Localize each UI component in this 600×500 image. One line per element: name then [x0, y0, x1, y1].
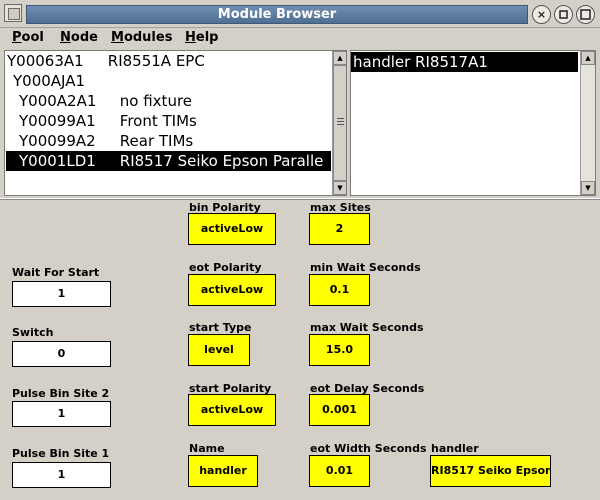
tree-row-desc: Front TIMs: [119, 112, 197, 130]
tree-row-code: Y000A2A1: [19, 92, 97, 110]
tree-scrollbar[interactable]: ▲ ▼: [332, 51, 346, 195]
start-polarity-field[interactable]: activeLow: [188, 394, 276, 426]
scroll-down-icon[interactable]: ▼: [333, 181, 346, 195]
tree-row-code: Y000AJA1: [13, 72, 86, 90]
panel-divider: [0, 198, 600, 200]
title-bar: Module Browser ×: [0, 0, 600, 28]
handler-field[interactable]: RI8517 Seiko Epson Parallel: [430, 455, 551, 487]
tree-row[interactable]: Y00099A2 Rear TIMs: [19, 131, 193, 151]
tree-row-desc: RI8551A EPC: [107, 52, 205, 70]
eot-polarity-label: eot Polarity: [189, 261, 262, 274]
min-wait-seconds-label: min Wait Seconds: [310, 261, 421, 274]
handler-label: handler: [431, 442, 479, 455]
max-sites-field[interactable]: 2: [309, 213, 370, 245]
min-wait-seconds-field[interactable]: 0.1: [309, 274, 370, 306]
wait-for-start-field[interactable]: 1: [12, 281, 111, 307]
max-wait-seconds-field[interactable]: 15.0: [309, 334, 370, 366]
module-tree[interactable]: Y00063A1 RI8551A EPC Y000AJA1 Y000A2A1 n…: [4, 50, 347, 196]
eot-width-seconds-label: eot Width Seconds: [310, 442, 427, 455]
menu-node[interactable]: Node: [60, 30, 98, 45]
scroll-down-icon[interactable]: ▼: [581, 181, 595, 195]
tree-row-desc: Rear TIMs: [119, 132, 194, 150]
pulse-bin-site-2-label: Pulse Bin Site 2: [12, 387, 110, 400]
scroll-thumb[interactable]: [333, 65, 346, 181]
bin-polarity-field[interactable]: activeLow: [188, 213, 276, 245]
tree-row-code: Y00099A1: [19, 112, 96, 130]
minimize-glyph-icon: [559, 10, 568, 19]
menu-bar: Pool Node Modules Help: [0, 28, 600, 48]
wait-for-start-label: Wait For Start: [12, 266, 100, 279]
pulse-bin-site-1-label: Pulse Bin Site 1: [12, 447, 110, 460]
scroll-up-icon[interactable]: ▲: [333, 51, 346, 65]
tree-row[interactable]: Y000AJA1: [13, 71, 109, 91]
close-icon[interactable]: ×: [532, 5, 551, 24]
eot-width-seconds-field[interactable]: 0.01: [309, 455, 370, 487]
tree-row-selected[interactable]: Y0001LD1 RI8517 Seiko Epson Paralle: [6, 151, 331, 171]
handler-field-value: RI8517 Seiko Epson Parallel: [431, 464, 551, 477]
tree-row[interactable]: Y000A2A1 no fixture: [19, 91, 192, 111]
pulse-bin-site-2-field[interactable]: 1: [12, 401, 111, 427]
tree-row-code: Y00099A2: [19, 132, 96, 150]
eot-polarity-field[interactable]: activeLow: [188, 274, 276, 306]
tree-row-desc: RI8517 Seiko Epson Paralle: [119, 152, 324, 170]
list-scrollbar[interactable]: ▲ ▼: [580, 51, 595, 195]
name-field[interactable]: handler: [188, 455, 258, 487]
menu-modules[interactable]: Modules: [111, 30, 172, 45]
menu-pool[interactable]: Pool: [12, 30, 44, 45]
tree-row-code: Y0001LD1: [19, 152, 96, 170]
window-menu-icon[interactable]: [4, 4, 22, 22]
switch-label: Switch: [12, 326, 54, 339]
minimize-icon[interactable]: [554, 5, 573, 24]
pulse-bin-site-1-field[interactable]: 1: [12, 462, 111, 488]
maximize-icon[interactable]: [576, 5, 595, 24]
eot-delay-seconds-field[interactable]: 0.001: [309, 394, 370, 426]
tree-row[interactable]: Y00099A1 Front TIMs: [19, 111, 197, 131]
module-list[interactable]: handler RI8517A1 ▲ ▼: [350, 50, 596, 196]
list-item-selected[interactable]: handler RI8517A1: [351, 52, 578, 72]
tree-row[interactable]: Y00063A1 RI8551A EPC: [7, 51, 205, 71]
switch-field[interactable]: 0: [12, 341, 111, 367]
tree-row-code: Y00063A1: [7, 52, 84, 70]
start-type-field[interactable]: level: [188, 334, 250, 366]
window-title[interactable]: Module Browser: [26, 5, 528, 24]
scroll-up-icon[interactable]: ▲: [581, 51, 595, 65]
start-type-label: start Type: [189, 321, 252, 334]
maximize-glyph-icon: [580, 9, 591, 20]
tree-row-desc: no fixture: [119, 92, 193, 110]
menu-help[interactable]: Help: [185, 30, 218, 45]
max-wait-seconds-label: max Wait Seconds: [310, 321, 424, 334]
name-label: Name: [189, 442, 225, 455]
